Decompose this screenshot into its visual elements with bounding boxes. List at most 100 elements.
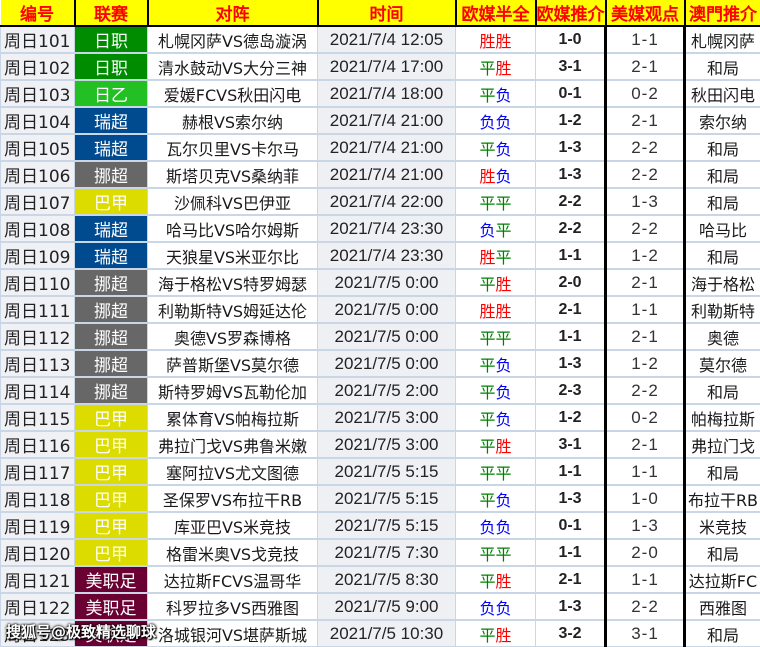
match-teams: 库亚巴VS米竞技	[148, 512, 318, 539]
half-full-prediction: 平负	[456, 404, 536, 431]
match-teams: 萨普斯堡VS莫尔德	[148, 350, 318, 377]
league-badge: 挪超	[75, 350, 148, 377]
eu-score-pick: 2-3	[536, 377, 606, 404]
macau-pick: 和局	[685, 539, 760, 566]
match-time: 2021/7/5 9:00	[318, 593, 456, 620]
match-teams: 弗拉门戈VS弗鲁米嫩	[148, 431, 318, 458]
match-teams: 爱媛FCVS秋田闪电	[148, 80, 318, 107]
match-teams: 斯特罗姆VS瓦勒伦加	[148, 377, 318, 404]
us-score-view: 0-2	[606, 404, 685, 431]
match-id: 周日113	[1, 350, 75, 377]
half-time-result: 平	[479, 491, 495, 510]
league-badge: 美职足	[75, 593, 148, 620]
full-time-result: 负	[496, 383, 512, 402]
half-time-result: 平	[479, 410, 495, 429]
header-eu-pick: 欧媒推介	[536, 0, 606, 26]
league-badge: 瑞超	[75, 242, 148, 269]
table-row: 周日122美职足科罗拉多VS西雅图2021/7/5 9:00负负1-32-2西雅…	[1, 593, 760, 620]
match-id: 周日118	[1, 485, 75, 512]
eu-score-pick: 2-1	[536, 296, 606, 323]
table-row: 周日116巴甲弗拉门戈VS弗鲁米嫩2021/7/5 3:00平胜3-12-1弗拉…	[1, 431, 760, 458]
macau-pick: 哈马比	[685, 215, 760, 242]
table-row: 周日109瑞超天狼星VS米亚尔比2021/7/4 23:30胜平1-11-2和局	[1, 242, 760, 269]
league-badge: 瑞超	[75, 134, 148, 161]
half-full-prediction: 平负	[456, 485, 536, 512]
full-time-result: 胜	[496, 275, 512, 294]
table-row: 周日121美职足达拉斯FCVS温哥华2021/7/5 8:30平胜2-11-1达…	[1, 566, 760, 593]
us-score-view: 2-2	[606, 215, 685, 242]
header-league: 联赛	[75, 0, 148, 26]
full-time-result: 平	[496, 194, 512, 213]
eu-score-pick: 0-1	[536, 512, 606, 539]
full-time-result: 胜	[496, 302, 512, 321]
full-time-result: 胜	[496, 59, 512, 78]
match-teams: 赫根VS索尔纳	[148, 107, 318, 134]
half-full-prediction: 胜胜	[456, 296, 536, 323]
match-teams: 利勒斯特VS姆延达伦	[148, 296, 318, 323]
match-teams: 海于格松VS特罗姆瑟	[148, 269, 318, 296]
match-time: 2021/7/4 21:00	[318, 107, 456, 134]
table-row: 周日106挪超斯塔贝克VS桑纳菲2021/7/4 21:00胜负1-32-2和局	[1, 161, 760, 188]
half-time-result: 平	[479, 86, 495, 105]
match-id: 周日105	[1, 134, 75, 161]
eu-score-pick: 3-1	[536, 53, 606, 80]
table-row: 周日115巴甲累体育VS帕梅拉斯2021/7/5 3:00平负1-20-2帕梅拉…	[1, 404, 760, 431]
us-score-view: 2-0	[606, 539, 685, 566]
match-id: 周日112	[1, 323, 75, 350]
league-badge: 巴甲	[75, 539, 148, 566]
full-time-result: 负	[496, 518, 512, 537]
match-teams: 斯塔贝克VS桑纳菲	[148, 161, 318, 188]
eu-score-pick: 2-0	[536, 269, 606, 296]
eu-score-pick: 1-1	[536, 242, 606, 269]
league-badge: 瑞超	[75, 107, 148, 134]
half-time-result: 平	[479, 275, 495, 294]
table-row: 周日111挪超利勒斯特VS姆延达伦2021/7/5 0:00胜胜2-11-1利勒…	[1, 296, 760, 323]
half-time-result: 平	[479, 437, 495, 456]
table-row: 周日104瑞超赫根VS索尔纳2021/7/4 21:00负负1-22-1索尔纳	[1, 107, 760, 134]
full-time-result: 负	[496, 599, 512, 618]
half-full-prediction: 平胜	[456, 269, 536, 296]
full-time-result: 负	[496, 167, 512, 186]
league-badge: 日职	[75, 26, 148, 53]
half-time-result: 平	[479, 140, 495, 159]
match-time: 2021/7/5 2:00	[318, 377, 456, 404]
macau-pick: 和局	[685, 188, 760, 215]
match-teams: 哈马比VS哈尔姆斯	[148, 215, 318, 242]
eu-score-pick: 1-0	[536, 26, 606, 53]
header-us-view: 美媒观点	[606, 0, 685, 26]
match-teams: 奥德VS罗森博格	[148, 323, 318, 350]
league-badge: 挪超	[75, 161, 148, 188]
eu-score-pick: 1-2	[536, 107, 606, 134]
match-time: 2021/7/5 0:00	[318, 350, 456, 377]
match-time: 2021/7/4 17:00	[318, 53, 456, 80]
half-full-prediction: 胜负	[456, 161, 536, 188]
half-time-result: 负	[479, 518, 495, 537]
full-time-result: 胜	[496, 626, 512, 645]
half-full-prediction: 平负	[456, 134, 536, 161]
half-full-prediction: 负平	[456, 215, 536, 242]
eu-score-pick: 1-3	[536, 593, 606, 620]
macau-pick: 秋田闪电	[685, 80, 760, 107]
half-full-prediction: 平负	[456, 377, 536, 404]
table-row: 周日114挪超斯特罗姆VS瓦勒伦加2021/7/5 2:00平负2-32-2和局	[1, 377, 760, 404]
table-row: 周日108瑞超哈马比VS哈尔姆斯2021/7/4 23:30负平2-22-2哈马…	[1, 215, 760, 242]
half-time-result: 平	[479, 383, 495, 402]
league-badge: 挪超	[75, 323, 148, 350]
match-id: 周日102	[1, 53, 75, 80]
match-time: 2021/7/5 3:00	[318, 431, 456, 458]
league-badge: 巴甲	[75, 188, 148, 215]
match-teams: 圣保罗VS布拉干RB	[148, 485, 318, 512]
macau-pick: 和局	[685, 53, 760, 80]
eu-score-pick: 2-1	[536, 566, 606, 593]
match-id: 周日106	[1, 161, 75, 188]
half-time-result: 负	[479, 113, 495, 132]
league-badge: 挪超	[75, 296, 148, 323]
match-id: 周日104	[1, 107, 75, 134]
match-time: 2021/7/4 23:30	[318, 242, 456, 269]
macau-pick: 利勒斯特	[685, 296, 760, 323]
us-score-view: 2-1	[606, 431, 685, 458]
us-score-view: 1-1	[606, 458, 685, 485]
half-full-prediction: 负负	[456, 593, 536, 620]
macau-pick: 札幌冈萨	[685, 26, 760, 53]
us-score-view: 1-1	[606, 296, 685, 323]
